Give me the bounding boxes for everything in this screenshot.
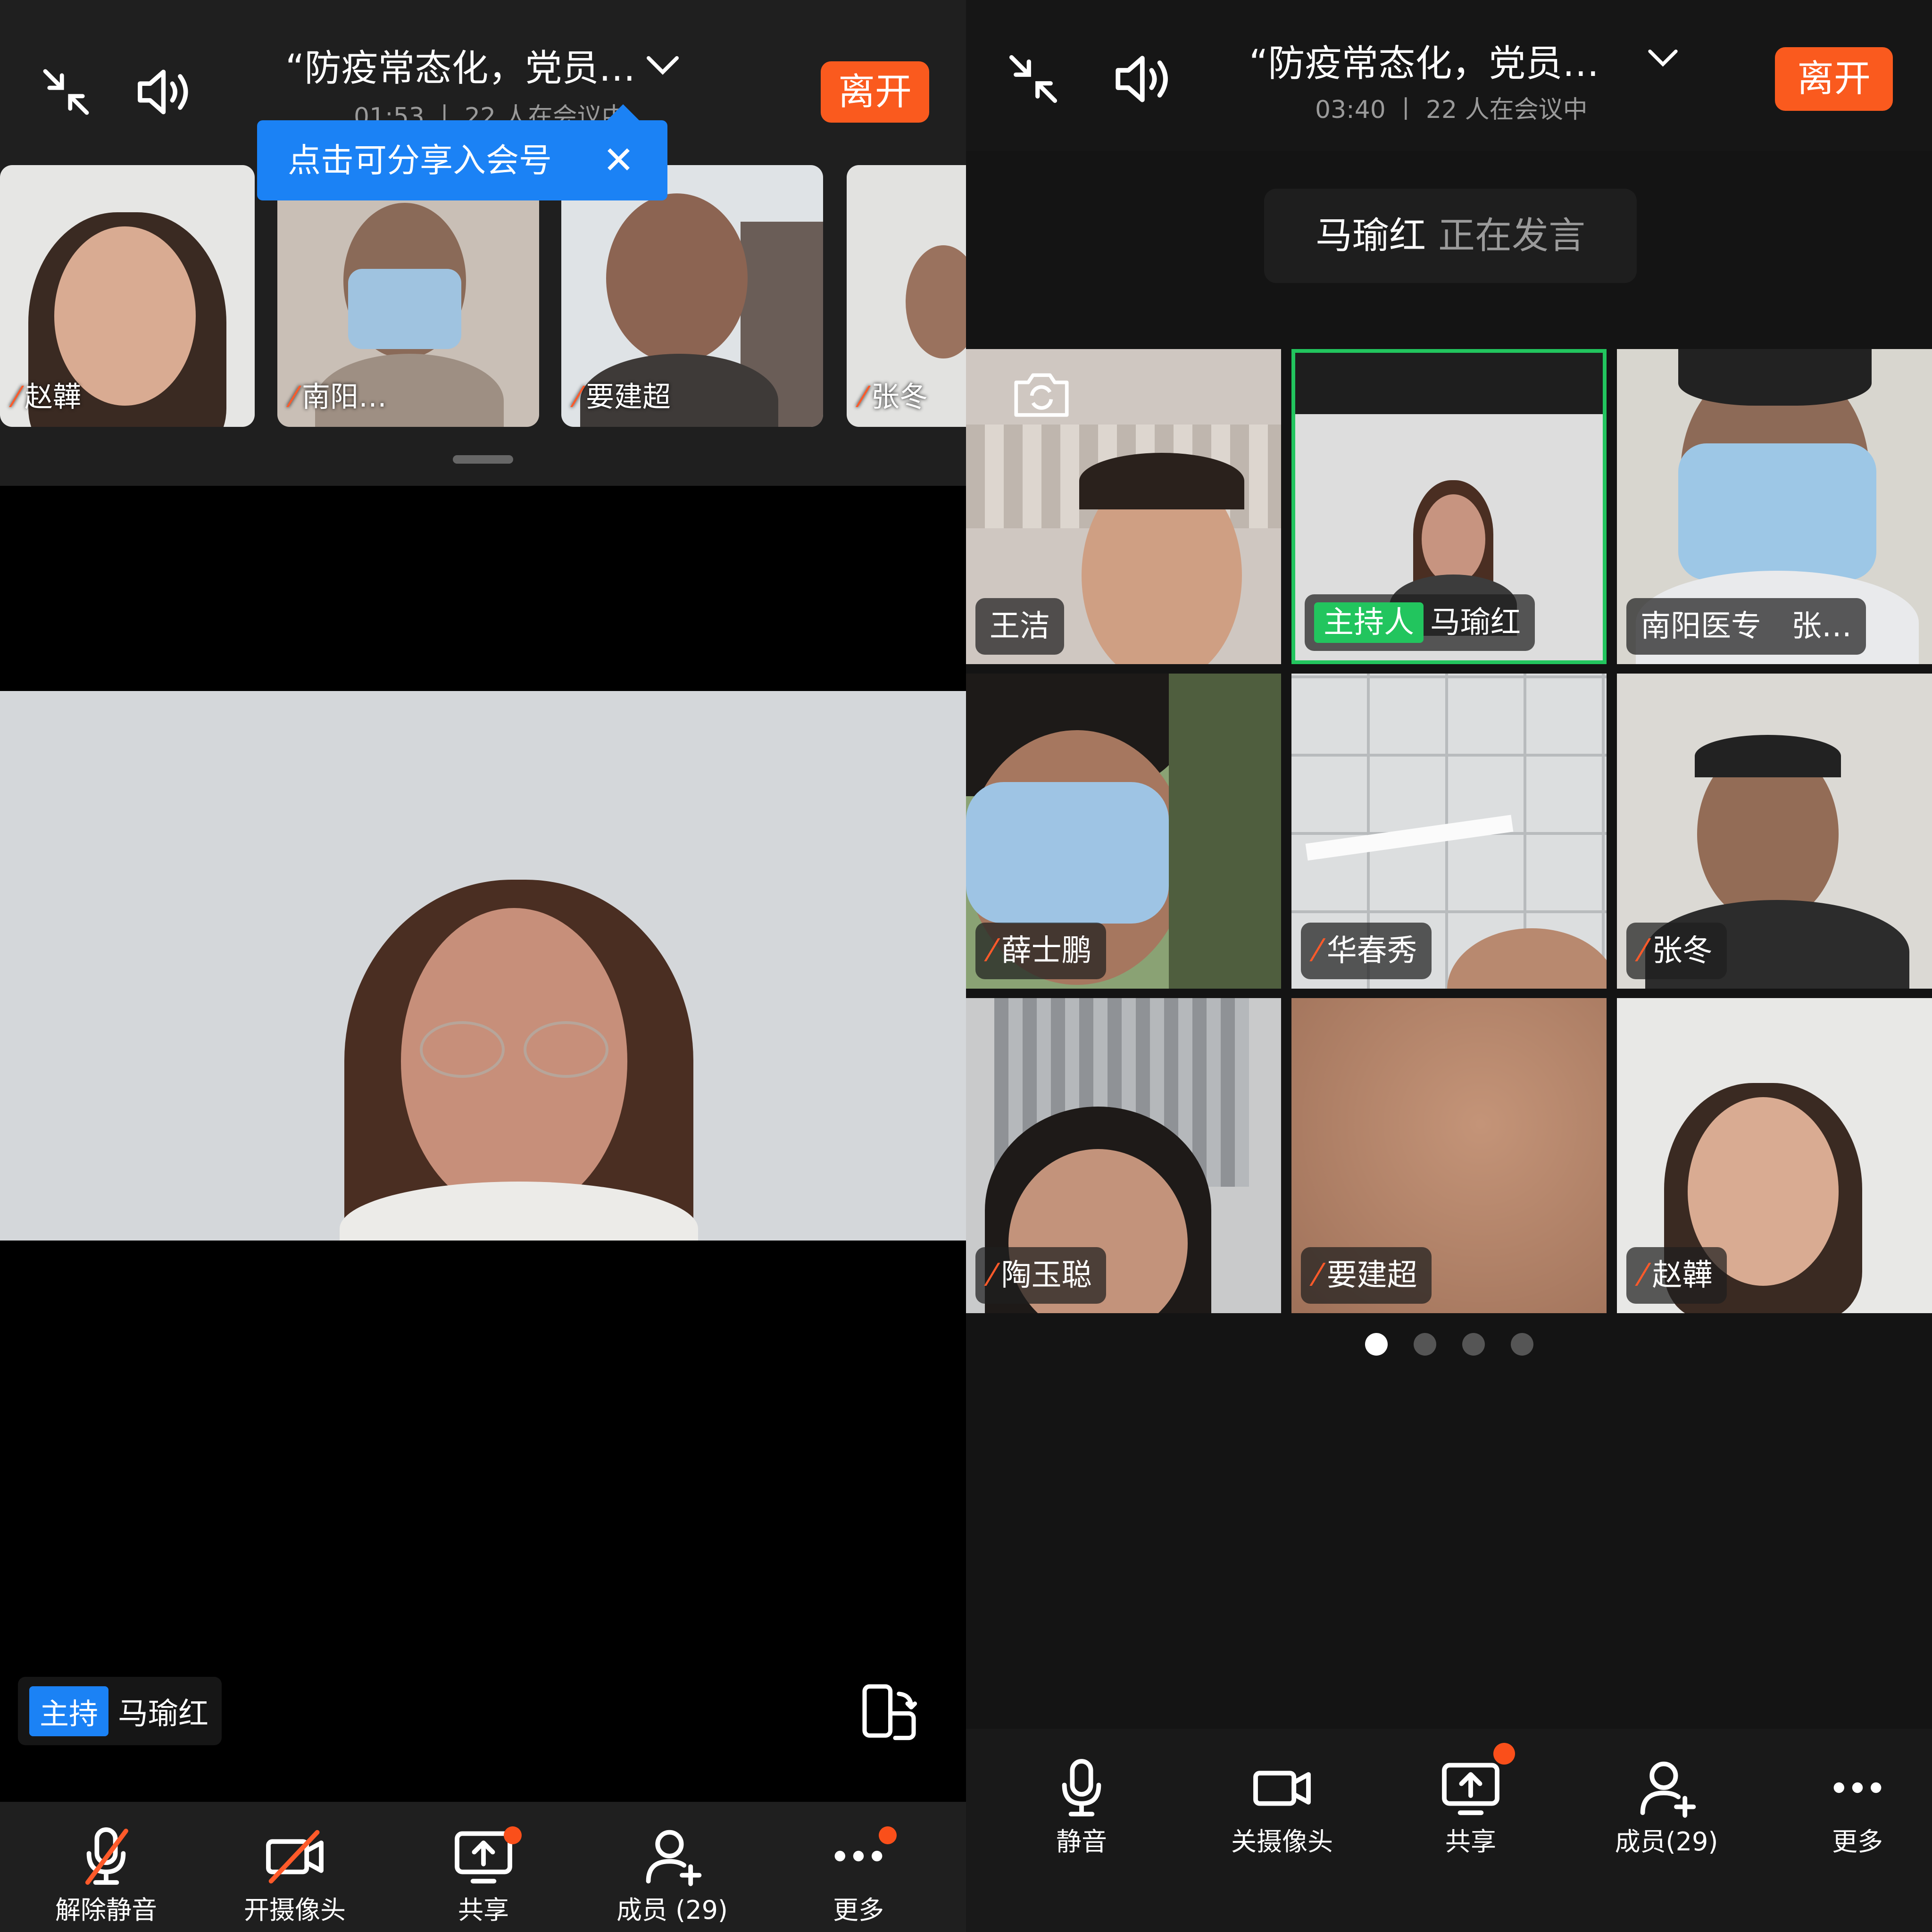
left-screenshot: “防疫常态化，党员… 01:53 丨 22 人在会议中 离开 ⁄ 赵韡 ⁄ 南阳… …: [0, 0, 966, 1932]
more-badge: [879, 1826, 897, 1844]
page-indicator-3[interactable]: [1462, 1333, 1485, 1356]
video-tile[interactable]: 王洁: [966, 349, 1281, 664]
thumbnail-3[interactable]: ⁄ 要建超: [561, 165, 823, 427]
tile-label: ⁄ 陶玉聪: [975, 1247, 1106, 1304]
leave-button[interactable]: 离开: [821, 61, 929, 123]
tile-label: ⁄ 要建超: [1301, 1247, 1432, 1304]
video-tile[interactable]: ⁄ 陶玉聪: [966, 998, 1281, 1313]
tile-label: ⁄ 张冬: [1626, 923, 1727, 979]
rotate-screen-icon[interactable]: [858, 1682, 920, 1743]
host-badge: 主持 马瑜红: [18, 1677, 222, 1745]
thumbnail-1[interactable]: ⁄ 赵韡: [0, 165, 255, 427]
meeting-title[interactable]: “防疫常态化，党员…: [285, 39, 635, 92]
camera-off-icon: [262, 1823, 328, 1889]
unmute-button[interactable]: 解除静音: [42, 1823, 170, 1926]
camera-icon: [1249, 1755, 1315, 1821]
share-screen-icon: [1438, 1755, 1504, 1821]
camera-off-button[interactable]: 关摄像头: [1211, 1755, 1353, 1858]
video-tile[interactable]: ⁄ 华春秀: [1291, 674, 1607, 989]
drag-handle[interactable]: [453, 455, 513, 464]
page-indicator-1[interactable]: [1365, 1333, 1388, 1356]
tooltip-text: 点击可分享入会号: [288, 141, 552, 180]
video-tile[interactable]: 南阳医专 张…: [1617, 349, 1932, 664]
speaker-icon[interactable]: [134, 64, 196, 120]
mic-off-icon: ⁄: [990, 1258, 995, 1293]
host-tag: 主持人: [1314, 602, 1424, 643]
chevron-down-icon[interactable]: [1645, 45, 1681, 71]
video-tile[interactable]: ⁄ 赵韡: [1617, 998, 1932, 1313]
tile-label: 主持人 马瑜红: [1305, 594, 1535, 651]
share-button[interactable]: 共享: [1407, 1755, 1534, 1858]
mic-off-icon: ⁄: [1315, 933, 1320, 968]
thumbnail-name: ⁄ 张冬: [861, 381, 928, 414]
add-member-icon: [639, 1823, 705, 1889]
top-bar: “防疫常态化，党员… 03:40 丨 22 人在会议中 离开: [966, 0, 1932, 151]
tile-label: ⁄ 华春秀: [1301, 923, 1432, 979]
tile-label: ⁄ 赵韡: [1626, 1247, 1727, 1304]
bottom-toolbar: 静音 关摄像头 共享 成员(29) 更多: [966, 1729, 1932, 1932]
page-indicator-4[interactable]: [1511, 1333, 1533, 1356]
collapse-icon[interactable]: [1006, 52, 1060, 106]
add-member-icon: [1633, 1755, 1699, 1821]
share-badge: [1493, 1743, 1515, 1765]
video-tile[interactable]: ⁄ 薛士鹏: [966, 674, 1281, 989]
mic-icon: [1049, 1755, 1115, 1821]
mic-off-icon: ⁄: [1641, 1258, 1646, 1293]
collapse-icon[interactable]: [40, 66, 92, 118]
video-tile-host[interactable]: 主持人 马瑜红: [1291, 349, 1607, 664]
tile-label: 南阳医专 张…: [1626, 598, 1866, 655]
members-button[interactable]: 成员 (29): [608, 1823, 736, 1926]
mic-off-icon: ⁄: [291, 381, 297, 414]
switch-camera-icon[interactable]: [1011, 368, 1072, 420]
host-tag: 主持: [29, 1686, 109, 1736]
host-name: 马瑜红: [118, 1696, 209, 1732]
thumbnail-name: ⁄ 赵韡: [14, 381, 82, 414]
more-button[interactable]: 更多: [795, 1823, 922, 1926]
thumbnail-name: ⁄ 要建超: [575, 381, 671, 414]
share-badge: [504, 1826, 522, 1844]
meeting-title[interactable]: “防疫常态化，党员…: [1249, 34, 1599, 87]
share-meeting-tooltip[interactable]: 点击可分享入会号 ✕: [257, 104, 667, 200]
participant-strip: ⁄ 赵韡 ⁄ 南阳… ⁄ 要建超 ⁄ 张冬: [0, 151, 966, 486]
meeting-subtitle: 03:40 丨 22 人在会议中: [1315, 96, 1588, 124]
speaker-icon[interactable]: [1112, 50, 1176, 108]
video-tile[interactable]: ⁄ 张冬: [1617, 674, 1932, 989]
mic-off-icon: [73, 1823, 139, 1889]
mic-off-icon: ⁄: [1315, 1258, 1320, 1293]
speaker-status: 正在发言: [1438, 215, 1586, 257]
share-button[interactable]: 共享: [420, 1823, 547, 1926]
tile-label: 王洁: [975, 598, 1064, 655]
thumbnail-2[interactable]: ⁄ 南阳…: [277, 165, 539, 427]
tile-label: ⁄ 薛士鹏: [975, 923, 1106, 979]
leave-button[interactable]: 离开: [1775, 47, 1893, 111]
mute-button[interactable]: 静音: [1018, 1755, 1145, 1858]
bottom-toolbar: 解除静音 开摄像头 共享 成员 (29) 更多: [0, 1802, 966, 1932]
main-video[interactable]: [0, 691, 966, 1241]
more-button[interactable]: 更多: [1799, 1755, 1916, 1858]
more-icon: [1824, 1755, 1890, 1821]
mic-off-icon: ⁄: [1641, 933, 1646, 968]
thumbnail-4[interactable]: ⁄ 张冬: [847, 165, 966, 427]
mic-off-icon: ⁄: [990, 933, 995, 968]
close-icon[interactable]: ✕: [603, 120, 634, 200]
right-screenshot: “防疫常态化，党员… 03:40 丨 22 人在会议中 离开 马瑜红 正在发言 王…: [966, 0, 1932, 1932]
video-tile[interactable]: ⁄ 要建超: [1291, 998, 1607, 1313]
mic-off-icon: ⁄: [14, 381, 19, 414]
speaker-name: 马瑜红: [1315, 215, 1426, 257]
mic-off-icon: ⁄: [575, 381, 581, 414]
page-indicator-2[interactable]: [1414, 1333, 1436, 1356]
thumbnail-name: ⁄ 南阳…: [291, 381, 387, 414]
mic-off-icon: ⁄: [861, 381, 866, 414]
camera-on-button[interactable]: 开摄像头: [231, 1823, 358, 1926]
members-button[interactable]: 成员(29): [1600, 1755, 1732, 1858]
active-speaker-banner: 马瑜红 正在发言: [1264, 189, 1637, 283]
chevron-down-icon[interactable]: [644, 51, 682, 79]
